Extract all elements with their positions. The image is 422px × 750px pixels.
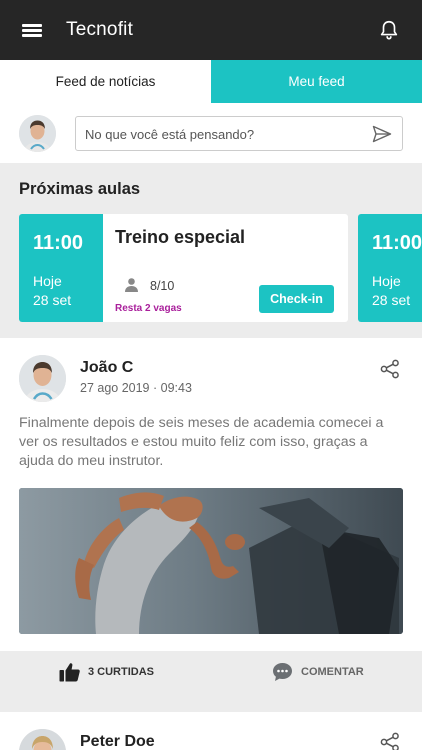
class-day: Hoje	[33, 273, 62, 289]
feed-tabs: Feed de notícias Meu feed	[0, 60, 422, 103]
app-title: Tecnofit	[66, 19, 134, 40]
post-input-placeholder: No que você está pensando?	[85, 127, 255, 142]
avatar	[19, 115, 56, 152]
comment-button[interactable]: COMENTAR	[272, 651, 364, 693]
share-icon[interactable]	[380, 359, 400, 379]
check-in-button[interactable]: Check-in	[259, 285, 334, 313]
post-actions: 3 CURTIDAS COMENTAR	[0, 651, 422, 693]
upcoming-classes-section: Próximas aulas 11:00 Hoje 28 set Treino …	[0, 163, 422, 338]
class-day: Hoje	[372, 273, 401, 289]
remaining-spots: Resta 2 vagas	[115, 303, 182, 314]
post-text: Finalmente depois de seis meses de acade…	[19, 415, 384, 469]
post-author[interactable]: Peter Doe	[80, 733, 155, 750]
section-title: Próximas aulas	[19, 180, 141, 198]
tab-feed-de-noticias[interactable]: Feed de notícias	[0, 60, 211, 103]
post-image[interactable]	[19, 488, 403, 634]
thumbs-up-icon	[59, 663, 80, 682]
post-composer: No que você está pensando?	[0, 103, 422, 163]
like-button[interactable]: 3 CURTIDAS	[59, 651, 154, 693]
class-date: 28 set	[372, 292, 411, 308]
post-input[interactable]: No que você está pensando?	[75, 116, 403, 151]
class-date: 28 set	[33, 292, 72, 308]
post-timestamp: 27 ago 2019 · 09:43	[80, 381, 192, 395]
likes-count: 3 CURTIDAS	[88, 666, 155, 678]
send-icon[interactable]	[372, 125, 392, 143]
feed-post: Peter Doe	[0, 712, 422, 750]
post-author[interactable]: João C	[80, 359, 133, 377]
bell-icon[interactable]	[378, 19, 400, 41]
comment-label: COMENTAR	[301, 666, 364, 678]
person-icon	[125, 278, 138, 292]
comment-icon	[273, 663, 292, 681]
top-app-bar: Tecnofit	[0, 0, 422, 60]
class-name: Treino especial	[115, 227, 246, 247]
hamburger-menu-icon[interactable]	[22, 22, 44, 38]
class-time: 11:00	[372, 232, 422, 254]
class-time: 11:00	[33, 232, 84, 254]
avatar[interactable]	[19, 729, 66, 750]
share-icon[interactable]	[380, 732, 400, 750]
feed-post: João C 27 ago 2019 · 09:43 Finalmente de…	[0, 338, 422, 693]
class-time-block: 11:00 Hoje 28 set	[19, 214, 103, 322]
class-participants-count: 8/10	[150, 279, 175, 293]
class-time-block: 11:00 Hoje 28 set	[358, 214, 422, 322]
avatar[interactable]	[19, 355, 66, 402]
class-card[interactable]: 11:00 Hoje 28 set	[358, 214, 422, 322]
class-card[interactable]: 11:00 Hoje 28 set Treino especial 8/10 R…	[19, 214, 348, 322]
tab-meu-feed[interactable]: Meu feed	[211, 60, 422, 103]
